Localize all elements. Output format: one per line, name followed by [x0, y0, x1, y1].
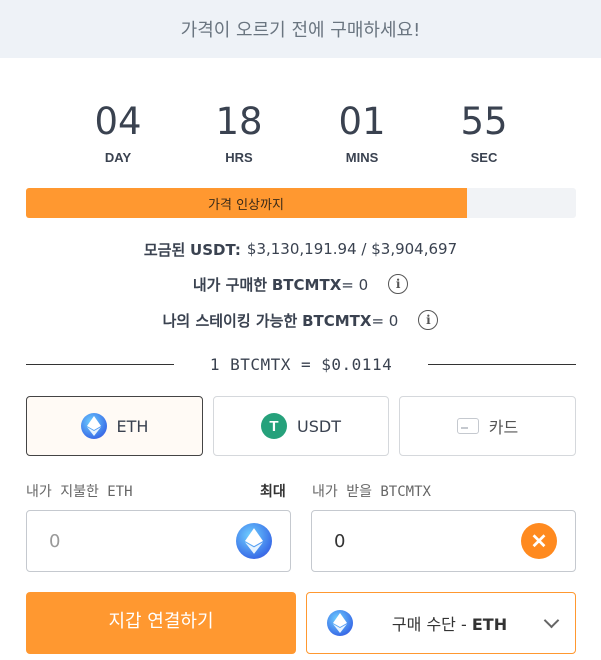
divider	[26, 363, 174, 365]
btcmtx-icon: ✕	[521, 523, 557, 559]
tab-usdt[interactable]: T USDT	[213, 396, 389, 456]
price-increase-progress-bar: 가격 인상까지	[26, 188, 576, 218]
stakeable-balance: 나의 스테이킹 가능한 BTCMTX= 0 i	[0, 308, 601, 332]
payment-tabs: ETH T USDT 카드	[26, 396, 576, 458]
countdown-days-label: DAY	[104, 150, 132, 165]
tab-card[interactable]: 카드	[399, 396, 576, 456]
pay-amount-input[interactable]	[47, 529, 201, 553]
receive-amount-input[interactable]	[332, 529, 486, 553]
countdown-hours-value: 18	[215, 100, 263, 143]
raised-token: USDT:	[190, 240, 241, 259]
countdown-minutes-label: MINS	[345, 150, 379, 165]
card-icon	[456, 418, 479, 434]
purchased-value: = 0	[341, 275, 369, 294]
connect-wallet-button[interactable]: 지갑 연결하기	[26, 592, 296, 654]
usdt-icon: T	[261, 413, 288, 439]
countdown-seconds-value: 55	[460, 100, 508, 143]
countdown-minutes-value: 01	[338, 100, 386, 143]
payment-method-select[interactable]: 구매 수단 - ETH	[306, 592, 576, 654]
exchange-rate: 1 BTCMTX = $0.0114	[26, 352, 577, 376]
promo-banner: 가격이 오르기 전에 구매하세요!	[0, 0, 601, 58]
tab-usdt-label: USDT	[297, 416, 341, 436]
countdown-days-value: 04	[94, 100, 142, 143]
raised-label: 모금된	[143, 240, 186, 259]
info-icon[interactable]: i	[418, 310, 439, 330]
payment-method-prefix: 구매 수단 -	[391, 615, 472, 634]
tab-eth-label: ETH	[116, 416, 149, 436]
purchased-token: BTCMTX	[271, 275, 342, 294]
countdown-seconds-label: SEC	[470, 150, 498, 165]
countdown-timer: 04 DAY 18 HRS 01 MINS 55 SEC	[0, 100, 601, 170]
countdown-days: 04 DAY	[73, 100, 163, 165]
countdown-hours: 18 HRS	[194, 100, 284, 165]
countdown-seconds: 55 SEC	[439, 100, 529, 165]
connect-wallet-label: 지갑 연결하기	[108, 611, 214, 632]
pay-amount-label: 내가 지불한 ETH	[26, 484, 133, 500]
max-button[interactable]: 최대	[260, 481, 286, 501]
countdown-hours-label: HRS	[225, 150, 253, 165]
tab-card-label: 카드	[488, 418, 519, 437]
stakeable-token: BTCMTX	[302, 311, 372, 330]
purchased-label: 내가 구매한	[192, 275, 268, 294]
divider	[428, 363, 577, 365]
chevron-down-icon	[543, 612, 560, 629]
eth-icon	[236, 523, 272, 559]
exchange-rate-text: 1 BTCMTX = $0.0114	[209, 354, 393, 374]
eth-icon	[80, 413, 107, 439]
raised-amount: 모금된 USDT: $3,130,191.94 / $3,904,697	[0, 238, 601, 260]
countdown-minutes: 01 MINS	[317, 100, 407, 165]
receive-amount-field: ✕	[311, 510, 576, 572]
stakeable-value: = 0	[371, 311, 399, 330]
raised-value: $3,130,191.94 / $3,904,697	[246, 240, 458, 258]
payment-method-currency: ETH	[471, 615, 508, 634]
promo-banner-text: 가격이 오르기 전에 구매하세요!	[180, 20, 421, 41]
pay-amount-field	[26, 510, 291, 572]
payment-method-label: 구매 수단 - ETH	[353, 611, 546, 635]
progress-label: 가격 인상까지	[208, 197, 284, 213]
tab-eth[interactable]: ETH	[26, 396, 203, 456]
info-icon[interactable]: i	[388, 274, 409, 294]
eth-icon	[327, 610, 353, 636]
stakeable-label: 나의 스테이킹 가능한	[162, 311, 298, 330]
receive-amount-label: 내가 받을 BTCMTX	[312, 484, 431, 500]
purchased-balance: 내가 구매한 BTCMTX= 0 i	[0, 272, 601, 296]
